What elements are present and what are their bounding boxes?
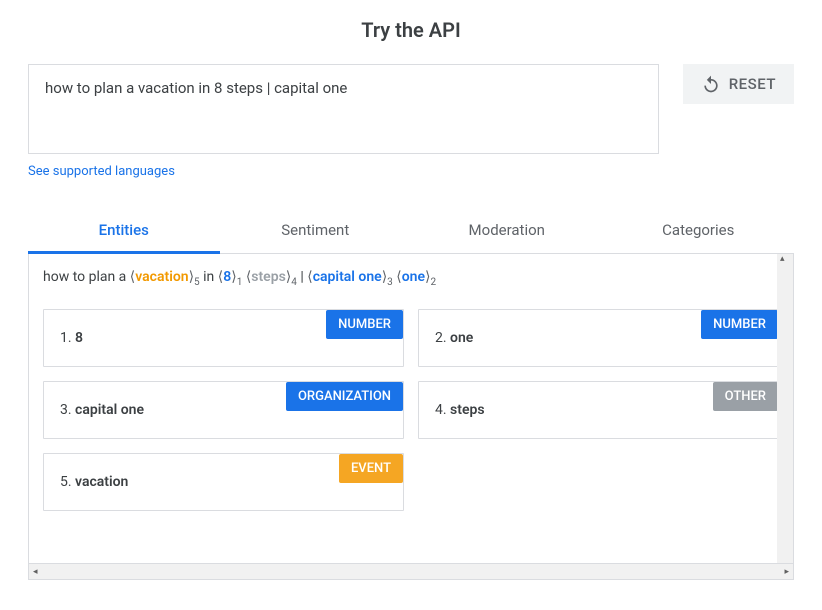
entity-card-1: 1. 8 NUMBER <box>43 309 404 367</box>
ann-sub-2: 2 <box>430 277 436 288</box>
ann-sub-3: 3 <box>387 277 393 288</box>
vertical-scrollbar[interactable] <box>777 254 793 563</box>
entities-grid: 1. 8 NUMBER 2. one NUMBER 3. capital one… <box>43 309 779 511</box>
tabs: Entities Sentiment Moderation Categories <box>28 207 794 254</box>
entity-label: 1. 8 <box>60 330 83 346</box>
entity-label: 3. capital one <box>60 402 144 418</box>
annotated-text: how to plan a ⟨vacation⟩5 in ⟨8⟩1 ⟨steps… <box>43 266 779 291</box>
entity-label: 2. one <box>435 330 473 346</box>
scroll-left-icon[interactable]: ◂ <box>33 567 38 577</box>
api-input[interactable]: how to plan a vacation in 8 steps | capi… <box>28 64 659 154</box>
horizontal-scrollbar[interactable]: ◂ ▸ <box>28 564 794 580</box>
entity-card-5: 5. vacation EVENT <box>43 453 404 511</box>
entity-label: 4. steps <box>435 402 485 418</box>
entity-badge-number: NUMBER <box>326 310 403 339</box>
page-title: Try the API <box>28 18 794 42</box>
reset-label: RESET <box>729 75 776 93</box>
ann-prefix: how to plan a <box>43 269 130 285</box>
entity-card-4: 4. steps OTHER <box>418 381 779 439</box>
ann-vacation: vacation <box>135 269 188 285</box>
supported-languages-link[interactable]: See supported languages <box>28 164 175 179</box>
entity-badge-number: NUMBER <box>701 310 778 339</box>
ann-capital-one: capital one <box>313 269 382 285</box>
scroll-right-icon[interactable]: ▸ <box>784 567 789 577</box>
tab-entities[interactable]: Entities <box>28 207 220 253</box>
entity-card-2: 2. one NUMBER <box>418 309 779 367</box>
entity-badge-other: OTHER <box>713 382 778 411</box>
entity-card-3: 3. capital one ORGANIZATION <box>43 381 404 439</box>
entity-badge-organization: ORGANIZATION <box>286 382 403 411</box>
entity-badge-event: EVENT <box>339 454 403 483</box>
reset-button[interactable]: RESET <box>683 64 794 104</box>
tab-sentiment[interactable]: Sentiment <box>220 207 412 253</box>
tab-moderation[interactable]: Moderation <box>411 207 603 253</box>
results-panel: how to plan a ⟨vacation⟩5 in ⟨8⟩1 ⟨steps… <box>28 254 794 564</box>
entity-label: 5. vacation <box>60 474 128 490</box>
ann-one: one <box>402 269 425 285</box>
ann-steps: steps <box>251 269 286 285</box>
reset-icon <box>701 74 721 94</box>
tab-categories[interactable]: Categories <box>603 207 795 253</box>
